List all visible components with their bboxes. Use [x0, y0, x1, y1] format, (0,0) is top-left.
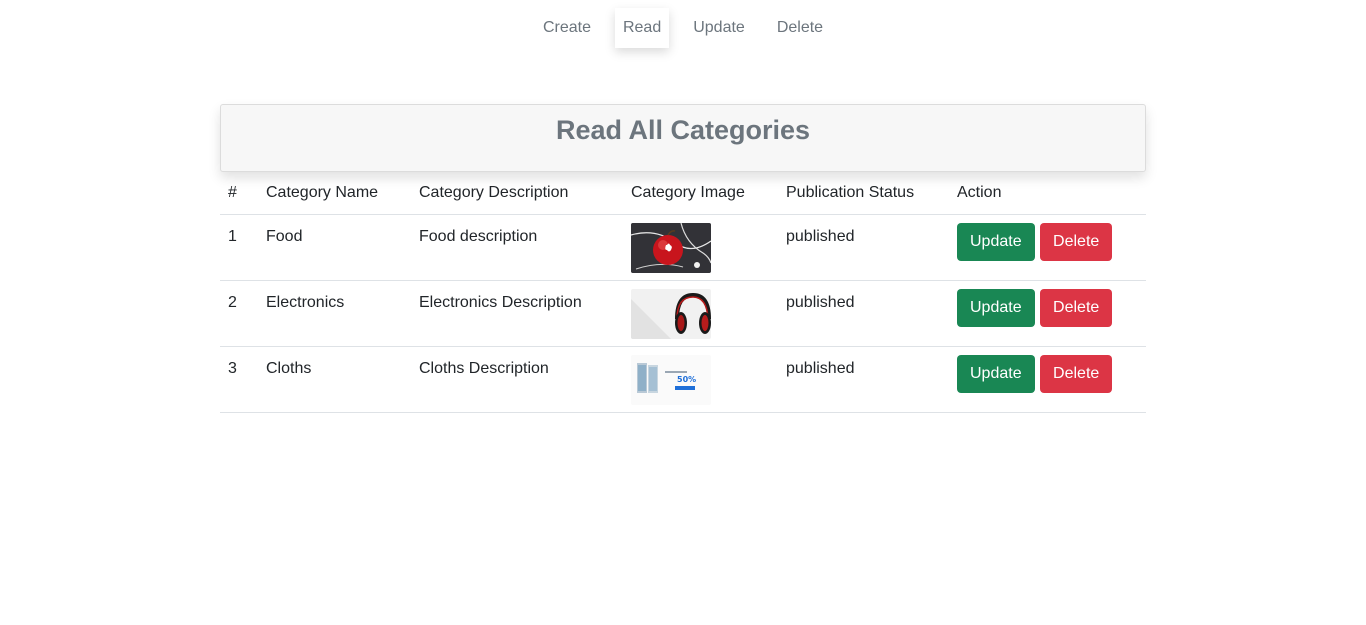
table-row: 1 Food Food description published Update…: [220, 214, 1146, 281]
categories-table: # Category Name Category Description Cat…: [220, 172, 1146, 413]
apple-earphones-image: [631, 223, 711, 273]
row-num: 1: [220, 214, 258, 281]
nav-read[interactable]: Read: [614, 8, 670, 48]
header-category-description: Category Description: [411, 172, 623, 215]
row-category-description: Food description: [411, 214, 623, 281]
page-title: Read All Categories: [555, 115, 811, 145]
table-row: 2 Electronics Electronics Description pu…: [220, 280, 1146, 347]
table-header-row: # Category Name Category Description Cat…: [220, 172, 1146, 215]
nav-delete[interactable]: Delete: [769, 8, 831, 48]
table-row: 3 Cloths Cloths Description 50% publishe…: [220, 346, 1146, 413]
header-category-name: Category Name: [258, 172, 411, 215]
top-nav: Create Read Update Delete: [0, 8, 1366, 48]
row-actions: Update Delete: [949, 346, 1146, 413]
row-actions: Update Delete: [949, 214, 1146, 281]
header-publication-status: Publication Status: [778, 172, 949, 215]
nav-update[interactable]: Update: [685, 8, 753, 48]
page-header-card: Read All Categories: [220, 104, 1146, 172]
update-button[interactable]: Update: [957, 289, 1035, 327]
row-num: 3: [220, 346, 258, 413]
delete-button[interactable]: Delete: [1040, 289, 1113, 327]
row-actions: Update Delete: [949, 280, 1146, 347]
headphones-image: [631, 289, 711, 339]
delete-button[interactable]: Delete: [1040, 223, 1113, 261]
row-publication-status: published: [778, 346, 949, 413]
update-button[interactable]: Update: [957, 355, 1035, 393]
header-num: #: [220, 172, 258, 215]
sale-banner-image: 50%: [631, 355, 711, 405]
header-action: Action: [949, 172, 1146, 215]
svg-text:50%: 50%: [677, 375, 696, 384]
row-category-description: Electronics Description: [411, 280, 623, 347]
row-category-description: Cloths Description: [411, 346, 623, 413]
update-button[interactable]: Update: [957, 223, 1035, 261]
row-publication-status: published: [778, 214, 949, 281]
row-category-name: Food: [258, 214, 411, 281]
delete-button[interactable]: Delete: [1040, 355, 1113, 393]
header-category-image: Category Image: [623, 172, 778, 215]
row-category-name: Electronics: [258, 280, 411, 347]
row-publication-status: published: [778, 280, 949, 347]
row-category-name: Cloths: [258, 346, 411, 413]
nav-create[interactable]: Create: [535, 8, 599, 48]
row-num: 2: [220, 280, 258, 347]
